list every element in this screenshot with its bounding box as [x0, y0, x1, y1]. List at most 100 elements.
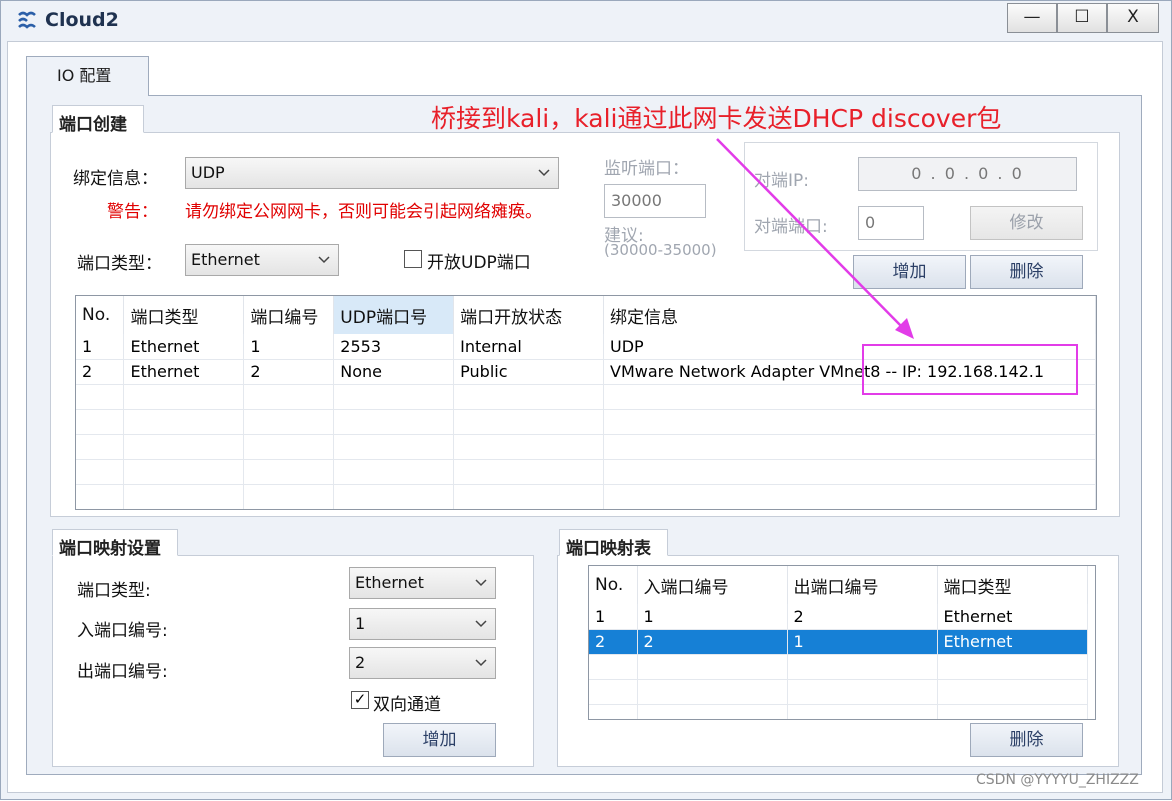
- open-udp-checkbox[interactable]: [404, 250, 422, 268]
- binding-select[interactable]: UDP: [185, 157, 559, 189]
- column-header[interactable]: 入端口编号: [637, 566, 788, 604]
- chevron-down-icon: [475, 579, 487, 587]
- column-header[interactable]: No.: [76, 296, 125, 334]
- column-header[interactable]: 端口编号: [243, 296, 335, 334]
- empty-cell: [787, 704, 938, 719]
- highlight-box: [862, 344, 1078, 395]
- column-header[interactable]: 端口类型: [937, 566, 1088, 604]
- empty-cell: [243, 409, 335, 435]
- empty-cell: [123, 459, 245, 485]
- chevron-down-icon: [318, 256, 330, 264]
- port-type-label: 端口类型：: [77, 254, 162, 274]
- empty-cell: [123, 484, 245, 509]
- bidirectional-label: 双向通道: [373, 695, 441, 715]
- mapping-table-title: 端口映射表: [559, 529, 668, 559]
- empty-cell: [333, 459, 455, 485]
- empty-row: [76, 459, 1096, 485]
- port-creation-title: 端口创建: [52, 105, 144, 135]
- empty-cell: [453, 434, 605, 460]
- map-port-type-select[interactable]: Ethernet: [349, 567, 496, 599]
- out-port-select[interactable]: 2: [349, 647, 496, 679]
- empty-cell: [76, 409, 125, 435]
- column-header[interactable]: 端口开放状态: [453, 296, 605, 334]
- table-cell: 1: [589, 604, 638, 630]
- empty-cell: [787, 654, 938, 680]
- empty-cell: [603, 434, 1096, 460]
- delete-port-button[interactable]: 删除: [970, 255, 1083, 289]
- empty-cell: [937, 654, 1088, 680]
- minimize-button[interactable]: —: [1007, 3, 1057, 33]
- out-port-label: 出端口编号:: [77, 662, 168, 682]
- table-cell: 1: [637, 604, 788, 630]
- binding-label: 绑定信息：: [73, 169, 158, 189]
- empty-cell: [243, 459, 335, 485]
- open-udp-label: 开放UDP端口: [427, 253, 531, 273]
- suggest-range: (30000-35000): [604, 241, 717, 259]
- add-mapping-button[interactable]: 增加: [383, 723, 496, 757]
- port-table[interactable]: No. 端口类型 端口编号 UDP端口号 端口开放状态 绑定信息 1 Ethernet 1 25…: [75, 295, 1097, 510]
- empty-row: [589, 679, 1088, 705]
- empty-cell: [243, 434, 335, 460]
- table-cell: 2: [637, 629, 788, 655]
- empty-cell: [637, 679, 788, 705]
- empty-cell: [453, 484, 605, 509]
- empty-cell: [937, 704, 1088, 719]
- chevron-down-icon: [475, 659, 487, 667]
- table-row[interactable]: 2 2 1 Ethernet: [589, 629, 1088, 655]
- empty-cell: [589, 679, 638, 705]
- mapping-settings-title: 端口映射设置: [52, 529, 178, 559]
- warning-label: 警告：: [107, 202, 158, 222]
- table-cell: 2: [787, 604, 938, 630]
- empty-cell: [937, 679, 1088, 705]
- empty-cell: [123, 409, 245, 435]
- table-cell: 2553: [333, 334, 455, 360]
- empty-row: [589, 704, 1088, 719]
- listen-port-input[interactable]: 30000: [604, 184, 706, 218]
- peer-ip-input[interactable]: 0 . 0 . 0 . 0: [858, 157, 1077, 191]
- table-cell: 1: [76, 334, 125, 360]
- empty-row: [76, 484, 1096, 509]
- empty-cell: [243, 384, 335, 410]
- bidirectional-checkbox[interactable]: ✓: [351, 691, 369, 709]
- empty-cell: [603, 484, 1096, 509]
- table-cell: 1: [787, 629, 938, 655]
- table-cell: Ethernet: [123, 359, 245, 385]
- map-port-type-label: 端口类型:: [77, 581, 151, 601]
- peer-port-input[interactable]: 0: [858, 206, 924, 240]
- column-header[interactable]: 出端口编号: [787, 566, 938, 604]
- empty-row: [76, 409, 1096, 435]
- app-cloud-icon: [18, 11, 36, 29]
- empty-cell: [603, 409, 1096, 435]
- column-header[interactable]: 端口类型: [123, 296, 245, 334]
- watermark: CSDN @YYYYU_ZHIZZZ: [976, 772, 1139, 788]
- empty-cell: [453, 409, 605, 435]
- close-button[interactable]: X: [1107, 3, 1159, 33]
- empty-cell: [123, 434, 245, 460]
- port-type-select[interactable]: Ethernet: [185, 244, 339, 276]
- title-bar: Cloud2 — ☐ X: [1, 1, 1171, 41]
- column-header[interactable]: No.: [589, 566, 638, 604]
- chevron-down-icon: [538, 169, 550, 177]
- empty-cell: [123, 384, 245, 410]
- add-port-button[interactable]: 增加: [853, 255, 966, 289]
- modify-button[interactable]: 修改: [970, 206, 1083, 240]
- maximize-button[interactable]: ☐: [1057, 3, 1107, 33]
- empty-row: [589, 654, 1088, 680]
- table-row[interactable]: 1 1 2 Ethernet: [589, 604, 1088, 630]
- column-header[interactable]: UDP端口号: [333, 296, 455, 334]
- empty-cell: [787, 679, 938, 705]
- empty-cell: [589, 654, 638, 680]
- empty-cell: [76, 459, 125, 485]
- empty-row: [76, 434, 1096, 460]
- empty-cell: [243, 484, 335, 509]
- empty-cell: [603, 459, 1096, 485]
- annotation-text: 桥接到kali，kali通过此网卡发送DHCP discover包: [431, 104, 1002, 133]
- column-header[interactable]: 绑定信息: [603, 296, 1096, 334]
- table-cell: 1: [243, 334, 335, 360]
- tab-io-config[interactable]: IO 配置: [26, 56, 149, 96]
- table-cell: Internal: [453, 334, 605, 360]
- mapping-table[interactable]: No. 入端口编号 出端口编号 端口类型 1 1 2 Ethernet 2 2 1 Ethernet: [588, 565, 1096, 720]
- empty-cell: [637, 654, 788, 680]
- in-port-select[interactable]: 1: [349, 608, 496, 640]
- delete-mapping-button[interactable]: 删除: [970, 723, 1083, 757]
